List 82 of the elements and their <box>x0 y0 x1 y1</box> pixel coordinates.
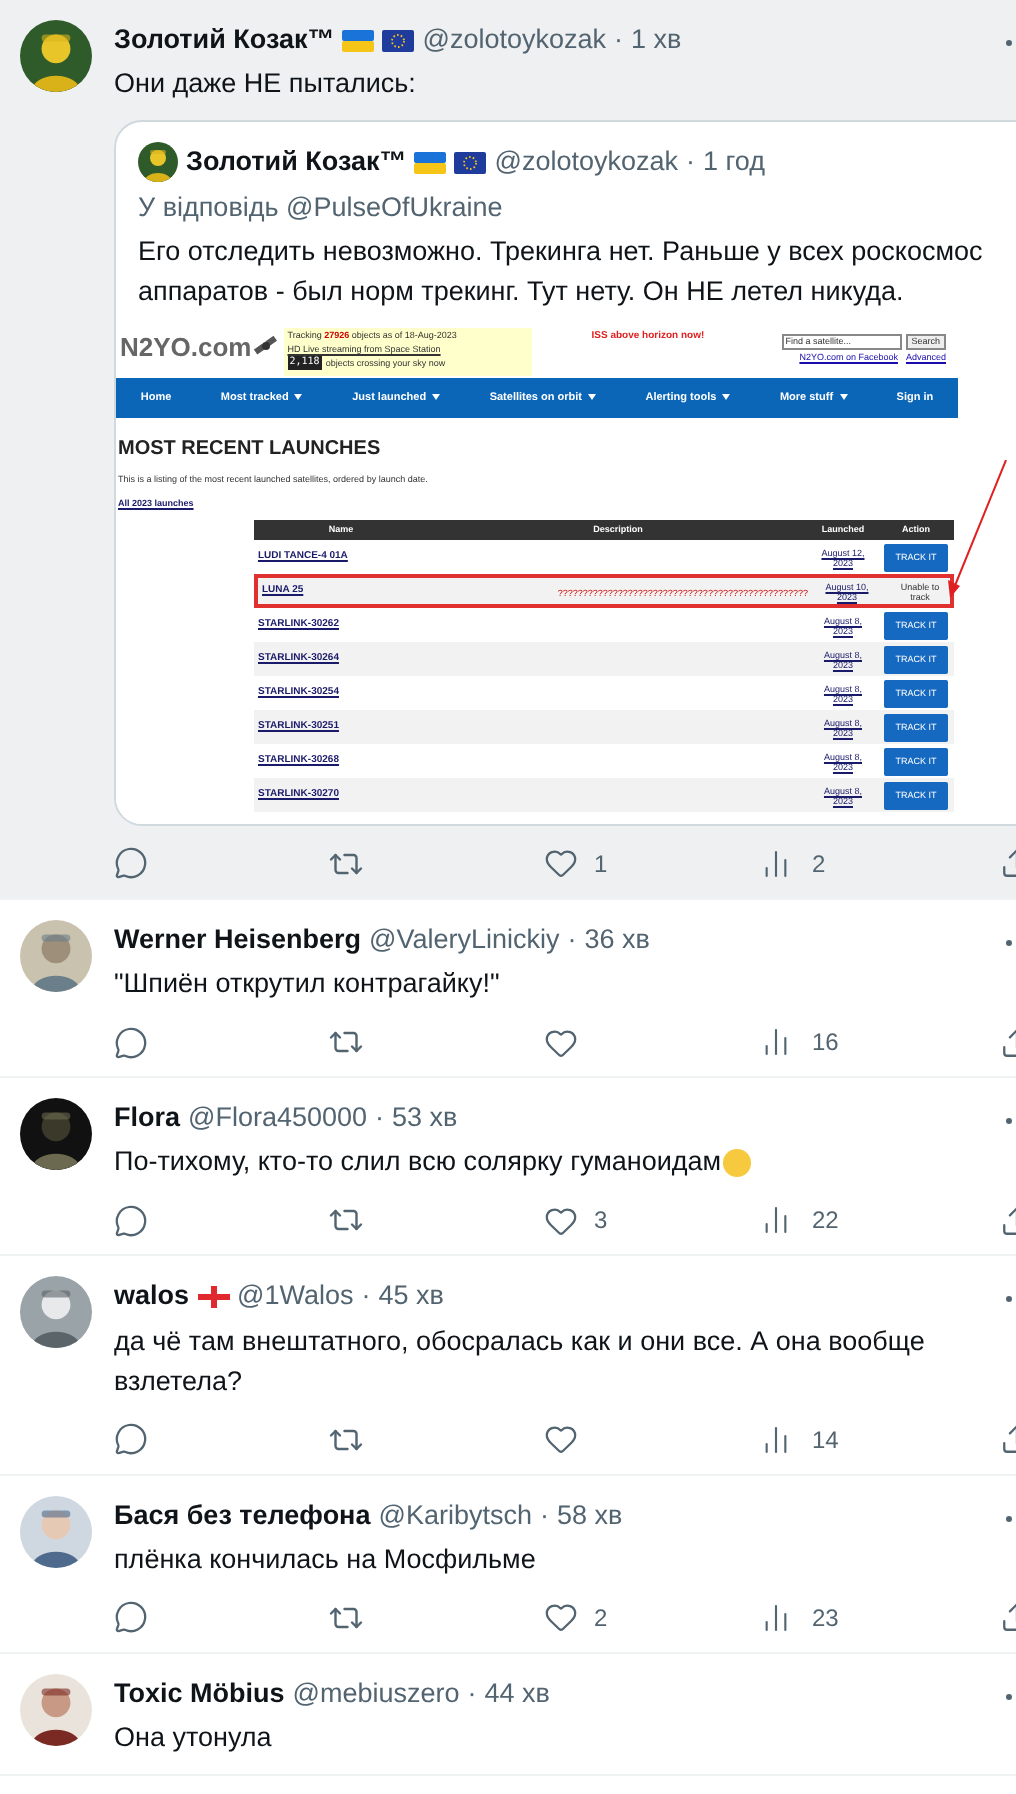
author-handle[interactable]: @zolotoykozak <box>422 20 606 61</box>
reply-icon[interactable] <box>114 846 148 881</box>
like-count: 3 <box>594 1204 608 1239</box>
annotation-arrow <box>944 459 1012 600</box>
more-icon[interactable] <box>1006 1296 1012 1303</box>
view-count: 22 <box>812 1204 839 1239</box>
tweet[interactable]: Бася без телефона @Karibytsch · 58 хв плёнка кончилась на Мосфильме 2 23 <box>0 1475 1016 1654</box>
flag-icon <box>454 151 487 174</box>
view-count: 14 <box>812 1423 839 1457</box>
separator-dot: · <box>375 1100 385 1136</box>
reply-context: У відповідь @PulseOfUkraine <box>138 189 505 226</box>
flag-icon <box>197 1285 230 1308</box>
author-name[interactable]: Золотий Козак™ <box>186 142 407 183</box>
view-count: 2 <box>812 847 826 882</box>
like-count: 2 <box>594 1601 608 1636</box>
page-title: MOST RECENT LAUNCHES <box>118 435 383 464</box>
tweet-text: "Шпиён открутил контрагайку!" <box>114 966 500 1002</box>
tweet[interactable] <box>0 0 1016 900</box>
like-icon[interactable] <box>544 846 578 881</box>
timestamp[interactable]: 53 хв <box>392 1098 458 1139</box>
timestamp[interactable]: 58 хв <box>556 1495 623 1536</box>
like-count: 1 <box>594 847 608 882</box>
more-icon[interactable] <box>1006 40 1012 46</box>
author-name[interactable]: Werner Heisenberg <box>114 919 362 960</box>
like-icon[interactable] <box>544 1600 578 1635</box>
more-icon[interactable] <box>1006 1118 1012 1124</box>
flag-icon <box>382 29 415 52</box>
separator-dot: · <box>539 1497 549 1533</box>
more-icon[interactable] <box>1006 1515 1012 1521</box>
satellite-icon <box>251 331 280 360</box>
author-handle[interactable]: @1Walos <box>237 1276 354 1317</box>
share-icon[interactable] <box>1000 846 1016 881</box>
timestamp[interactable]: 1 хв <box>631 20 682 61</box>
like-icon[interactable] <box>544 1203 578 1238</box>
share-icon[interactable] <box>1000 1025 1016 1059</box>
author-handle[interactable]: @mebiuszero <box>292 1673 460 1714</box>
timestamp[interactable]: 44 хв <box>484 1673 550 1714</box>
reply-icon[interactable] <box>114 1203 148 1238</box>
separator-dot: · <box>467 1675 477 1712</box>
view-count: 16 <box>812 1026 839 1060</box>
share-icon[interactable] <box>1000 1203 1016 1238</box>
views-icon[interactable] <box>760 847 792 880</box>
views-icon[interactable] <box>760 1026 792 1058</box>
author-name[interactable]: Flora <box>114 1098 181 1139</box>
author-name[interactable]: Золотий Козак™ <box>114 20 335 61</box>
views-icon[interactable] <box>760 1601 792 1634</box>
author-name[interactable]: walos <box>114 1276 190 1317</box>
share-icon[interactable] <box>1000 1422 1016 1456</box>
share-icon[interactable] <box>1000 1600 1016 1635</box>
more-icon[interactable] <box>1006 939 1012 946</box>
tweet-text: Она утонула <box>114 1720 272 1756</box>
like-icon[interactable] <box>544 1025 578 1059</box>
author-name[interactable]: Бася без телефона <box>114 1495 371 1536</box>
tweet-text: плёнка кончилась на Мосфильме <box>114 1541 536 1578</box>
separator-dot: · <box>567 921 577 958</box>
timestamp[interactable]: 1 год <box>703 142 765 183</box>
more-icon[interactable] <box>1006 1693 1012 1700</box>
tweet-text: да чё там внештатного, обосралась как и они все. А она вообще взлетела? <box>114 1323 927 1399</box>
reply-icon[interactable] <box>114 1422 148 1456</box>
views-icon[interactable] <box>760 1204 792 1237</box>
author-handle[interactable]: @Karibytsch <box>378 1495 532 1536</box>
flag-icon <box>342 29 375 52</box>
like-icon[interactable] <box>544 1422 578 1456</box>
author-name[interactable]: Toxic Möbius <box>114 1673 285 1714</box>
author-handle[interactable]: @ValeryLinickiy <box>369 919 560 960</box>
flag-icon <box>414 151 447 174</box>
site-logo: N2YO.com <box>120 329 252 366</box>
separator-dot: · <box>361 1278 371 1315</box>
views-icon[interactable] <box>760 1423 792 1455</box>
author-handle[interactable]: @zolotoykozak <box>494 142 678 183</box>
separator-dot: · <box>686 144 695 181</box>
tweet-text: Они даже НЕ пытались: <box>114 66 416 103</box>
reply-icon[interactable] <box>114 1600 148 1635</box>
quoted-text: Его отследить невозможно. Трекинга нет. Раньше у всех роскосмос аппаратов - был норм трекинг. Тут нету. Он НЕ летел никуда. <box>138 233 985 310</box>
tweet-text: По-тихому, кто-то слил всю солярку гуманоидам <box>114 1144 722 1181</box>
view-count: 23 <box>812 1601 839 1636</box>
timestamp[interactable]: 36 хв <box>584 919 650 960</box>
timestamp[interactable]: 45 хв <box>378 1276 444 1317</box>
quoted-tweet[interactable] <box>114 120 1016 826</box>
reply-icon[interactable] <box>114 1025 148 1059</box>
separator-dot: · <box>614 22 623 58</box>
author-handle[interactable]: @Flora450000 <box>188 1098 368 1139</box>
